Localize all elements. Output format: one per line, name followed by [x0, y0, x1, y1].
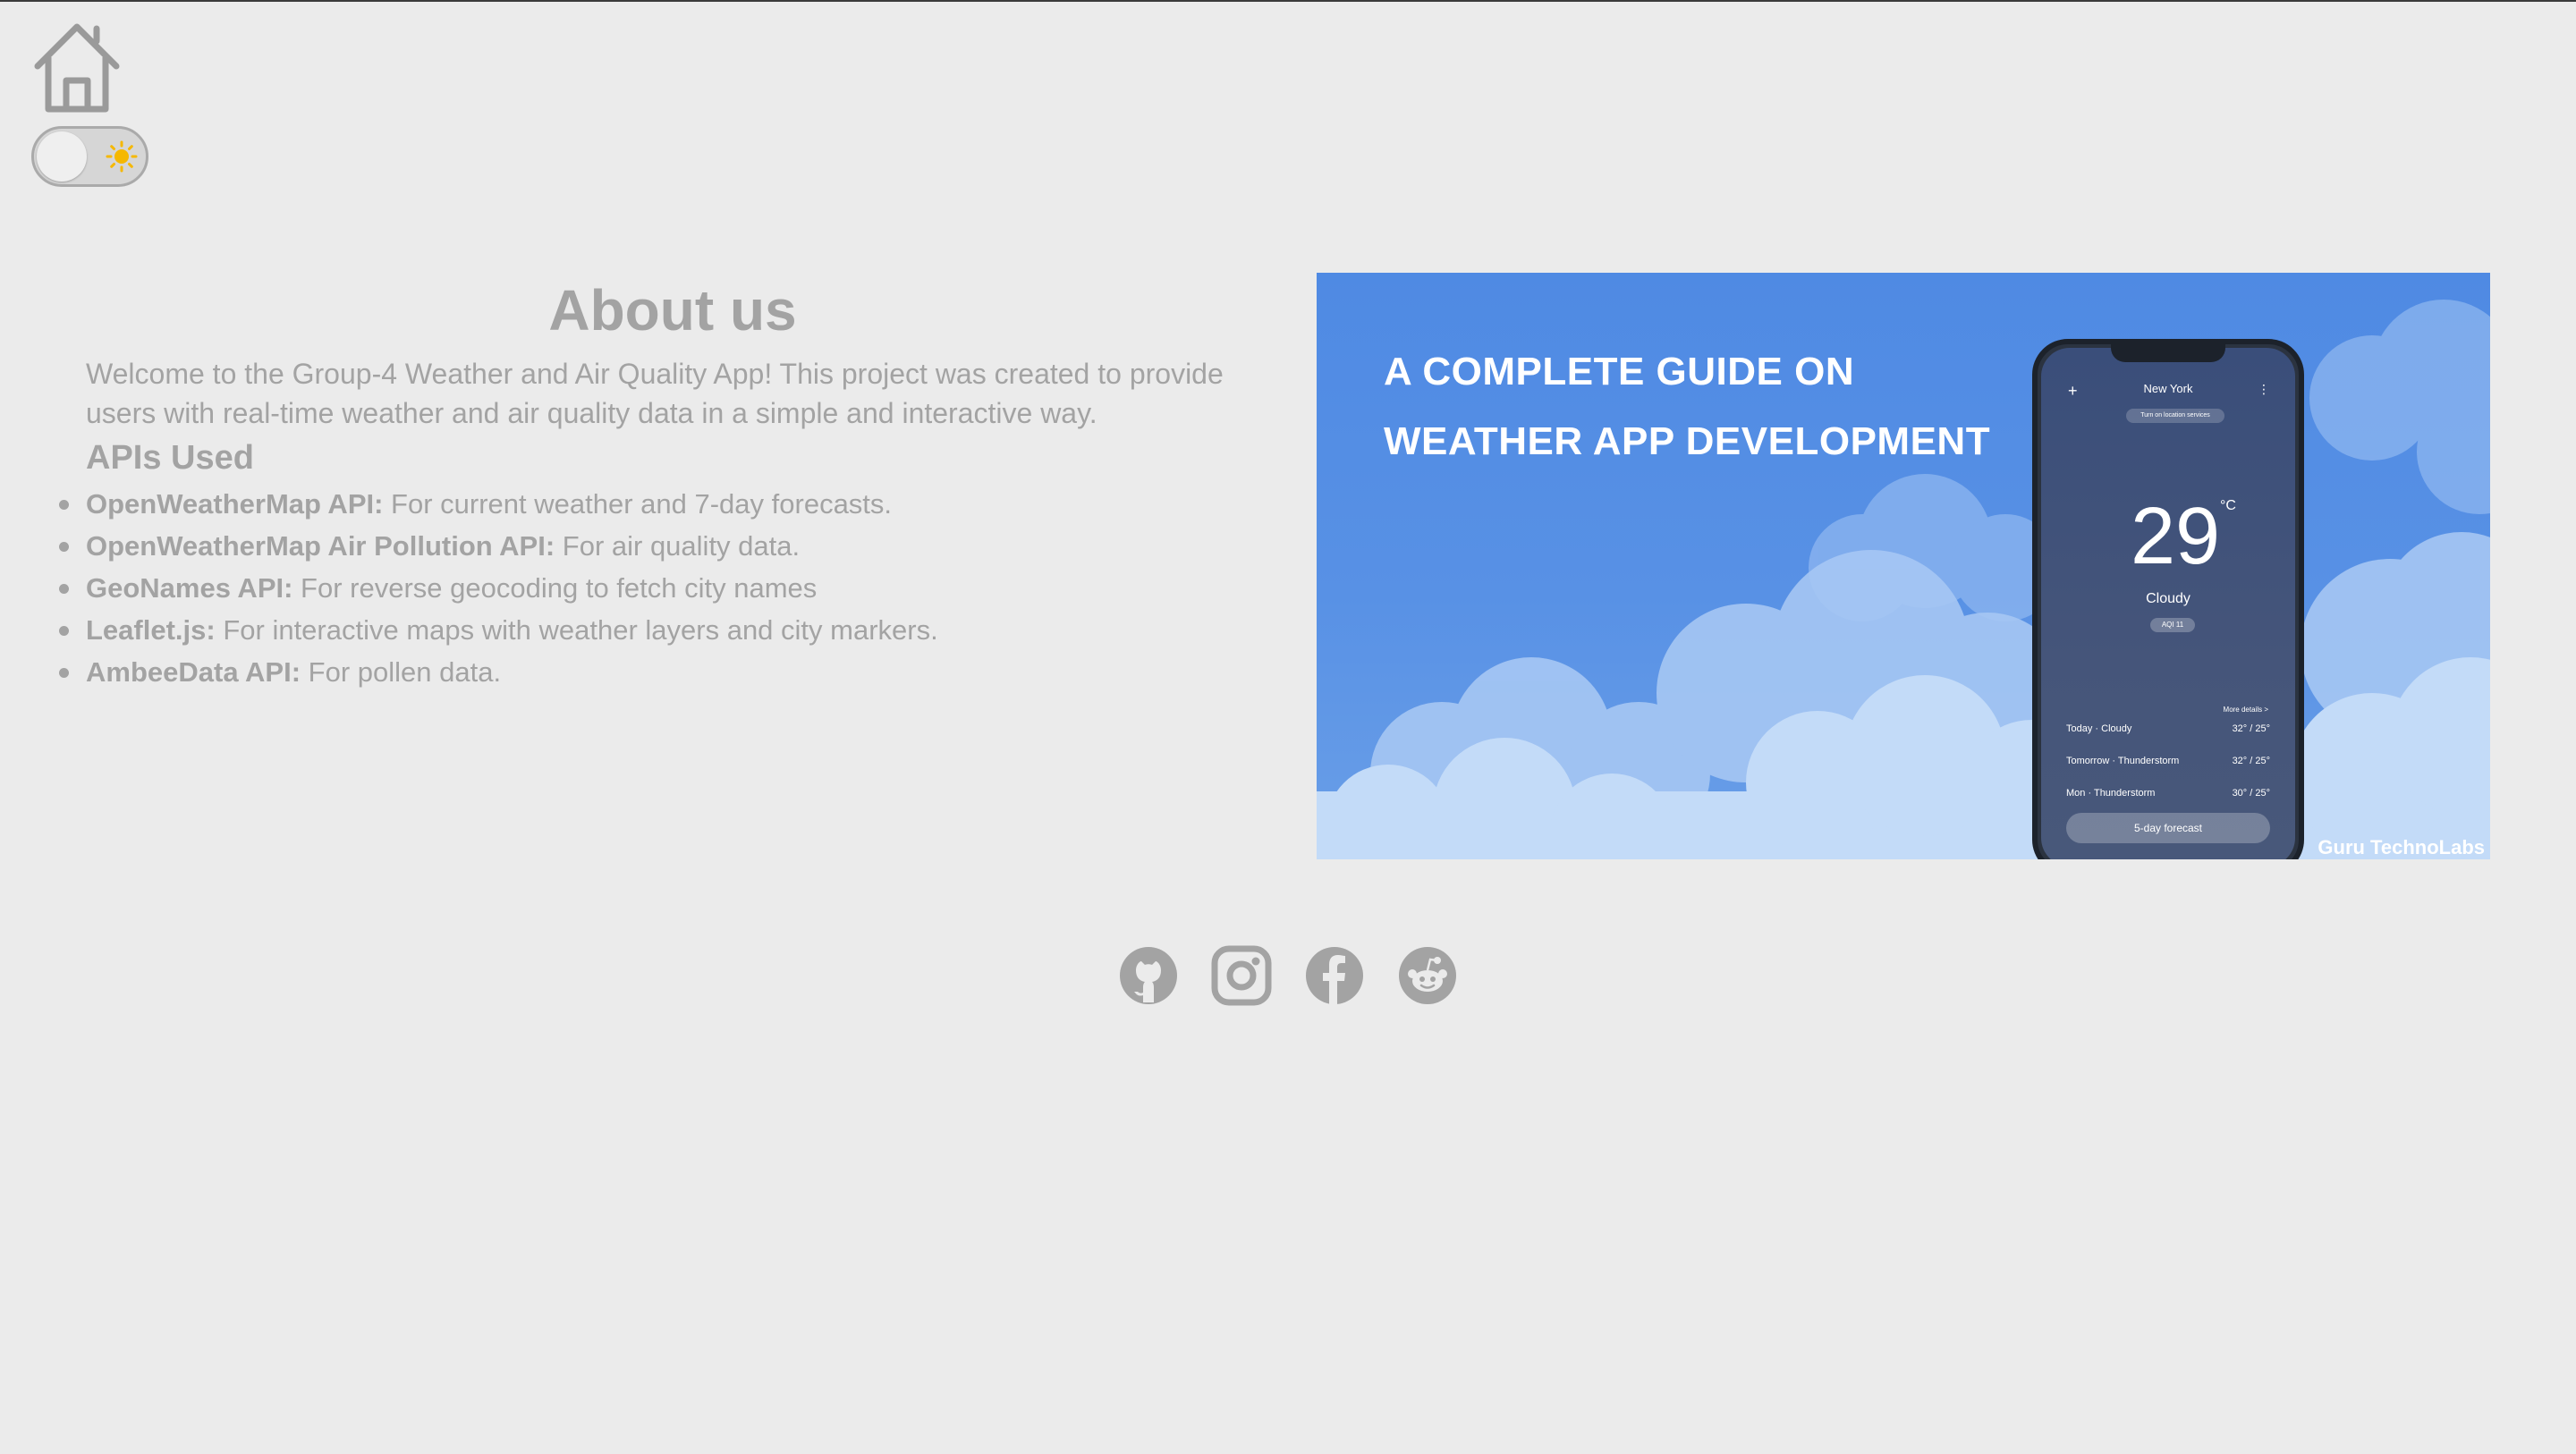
github-icon: [1120, 947, 1177, 1004]
more-vert-icon: ⋮: [2258, 382, 2270, 396]
forecast-day: Mon · Thunderstorm: [2066, 788, 2156, 799]
toggle-knob: [37, 131, 87, 182]
api-description: For reverse geocoding to fetch city name…: [292, 572, 818, 604]
phone-more-details: More details >: [2223, 706, 2268, 714]
home-icon: [34, 23, 120, 113]
social-links: [1118, 945, 1458, 1006]
theme-toggle[interactable]: [31, 126, 148, 187]
api-name: Leaflet.js:: [86, 614, 216, 646]
phone-mockup: + New York ⋮ Turn on location services 2…: [2032, 339, 2304, 859]
api-name: OpenWeatherMap API:: [86, 488, 384, 520]
phone-temperature: 29: [2131, 492, 2221, 581]
forecast-range: 30° / 25°: [2232, 788, 2270, 799]
api-description: For pollen data.: [301, 656, 502, 688]
api-name: GeoNames API:: [86, 572, 293, 604]
list-item: OpenWeatherMap API: For current weather …: [59, 481, 938, 523]
location-pill: Turn on location services: [2126, 409, 2224, 423]
list-item: OpenWeatherMap Air Pollution API: For ai…: [59, 523, 938, 565]
forecast-range: 32° / 25°: [2232, 723, 2270, 734]
reddit-link[interactable]: [1397, 945, 1458, 1006]
instagram-icon: [1211, 945, 1272, 1006]
api-name: OpenWeatherMap Air Pollution API:: [86, 530, 555, 562]
phone-screen: + New York ⋮ Turn on location services 2…: [2041, 348, 2295, 859]
sun-icon: [106, 140, 138, 173]
forecast-day: Tomorrow · Thunderstorm: [2066, 756, 2180, 766]
apis-heading: APIs Used: [86, 439, 254, 477]
api-description: For current weather and 7-day forecasts.: [383, 488, 893, 520]
list-item: Leaflet.js: For interactive maps with we…: [59, 607, 938, 649]
api-description: For air quality data.: [555, 530, 801, 562]
instagram-link[interactable]: [1211, 945, 1272, 1006]
intro-text: Welcome to the Group-4 Weather and Air Q…: [86, 358, 1224, 429]
api-list: OpenWeatherMap API: For current weather …: [59, 481, 938, 691]
forecast-row: Mon · Thunderstorm 30° / 25°: [2066, 788, 2270, 799]
page-title: About us: [548, 278, 797, 342]
hero-title-line: WEATHER APP DEVELOPMENT: [1384, 419, 1991, 463]
hero-title: A COMPLETE GUIDE ON WEATHER APP DEVELOPM…: [1384, 337, 1990, 477]
reddit-icon: [1399, 947, 1456, 1004]
github-link[interactable]: [1118, 945, 1179, 1006]
forecast-button: 5-day forecast: [2066, 813, 2270, 843]
facebook-icon: [1306, 947, 1363, 1004]
home-button[interactable]: [32, 21, 122, 114]
forecast-row: Today · Cloudy 32° / 25°: [2066, 723, 2270, 734]
forecast-day: Today · Cloudy: [2066, 723, 2132, 734]
api-name: AmbeeData API:: [86, 656, 301, 688]
phone-aqi: AQI 11: [2150, 618, 2195, 632]
facebook-link[interactable]: [1304, 945, 1365, 1006]
phone-condition: Cloudy: [2146, 591, 2190, 606]
hero-credit: Guru TechnoLabs: [2318, 836, 2485, 858]
hero-title-line: A COMPLETE GUIDE ON: [1384, 350, 1855, 393]
phone-temp-unit: °C: [2220, 498, 2236, 513]
list-item: GeoNames API: For reverse geocoding to f…: [59, 565, 938, 607]
forecast-row: Tomorrow · Thunderstorm 32° / 25°: [2066, 756, 2270, 766]
api-description: For interactive maps with weather layers…: [215, 614, 938, 646]
list-item: AmbeeData API: For pollen data.: [59, 649, 938, 691]
forecast-range: 32° / 25°: [2232, 756, 2270, 766]
phone-notch: [2111, 344, 2225, 362]
hero-image: A COMPLETE GUIDE ON WEATHER APP DEVELOPM…: [1317, 273, 2490, 859]
